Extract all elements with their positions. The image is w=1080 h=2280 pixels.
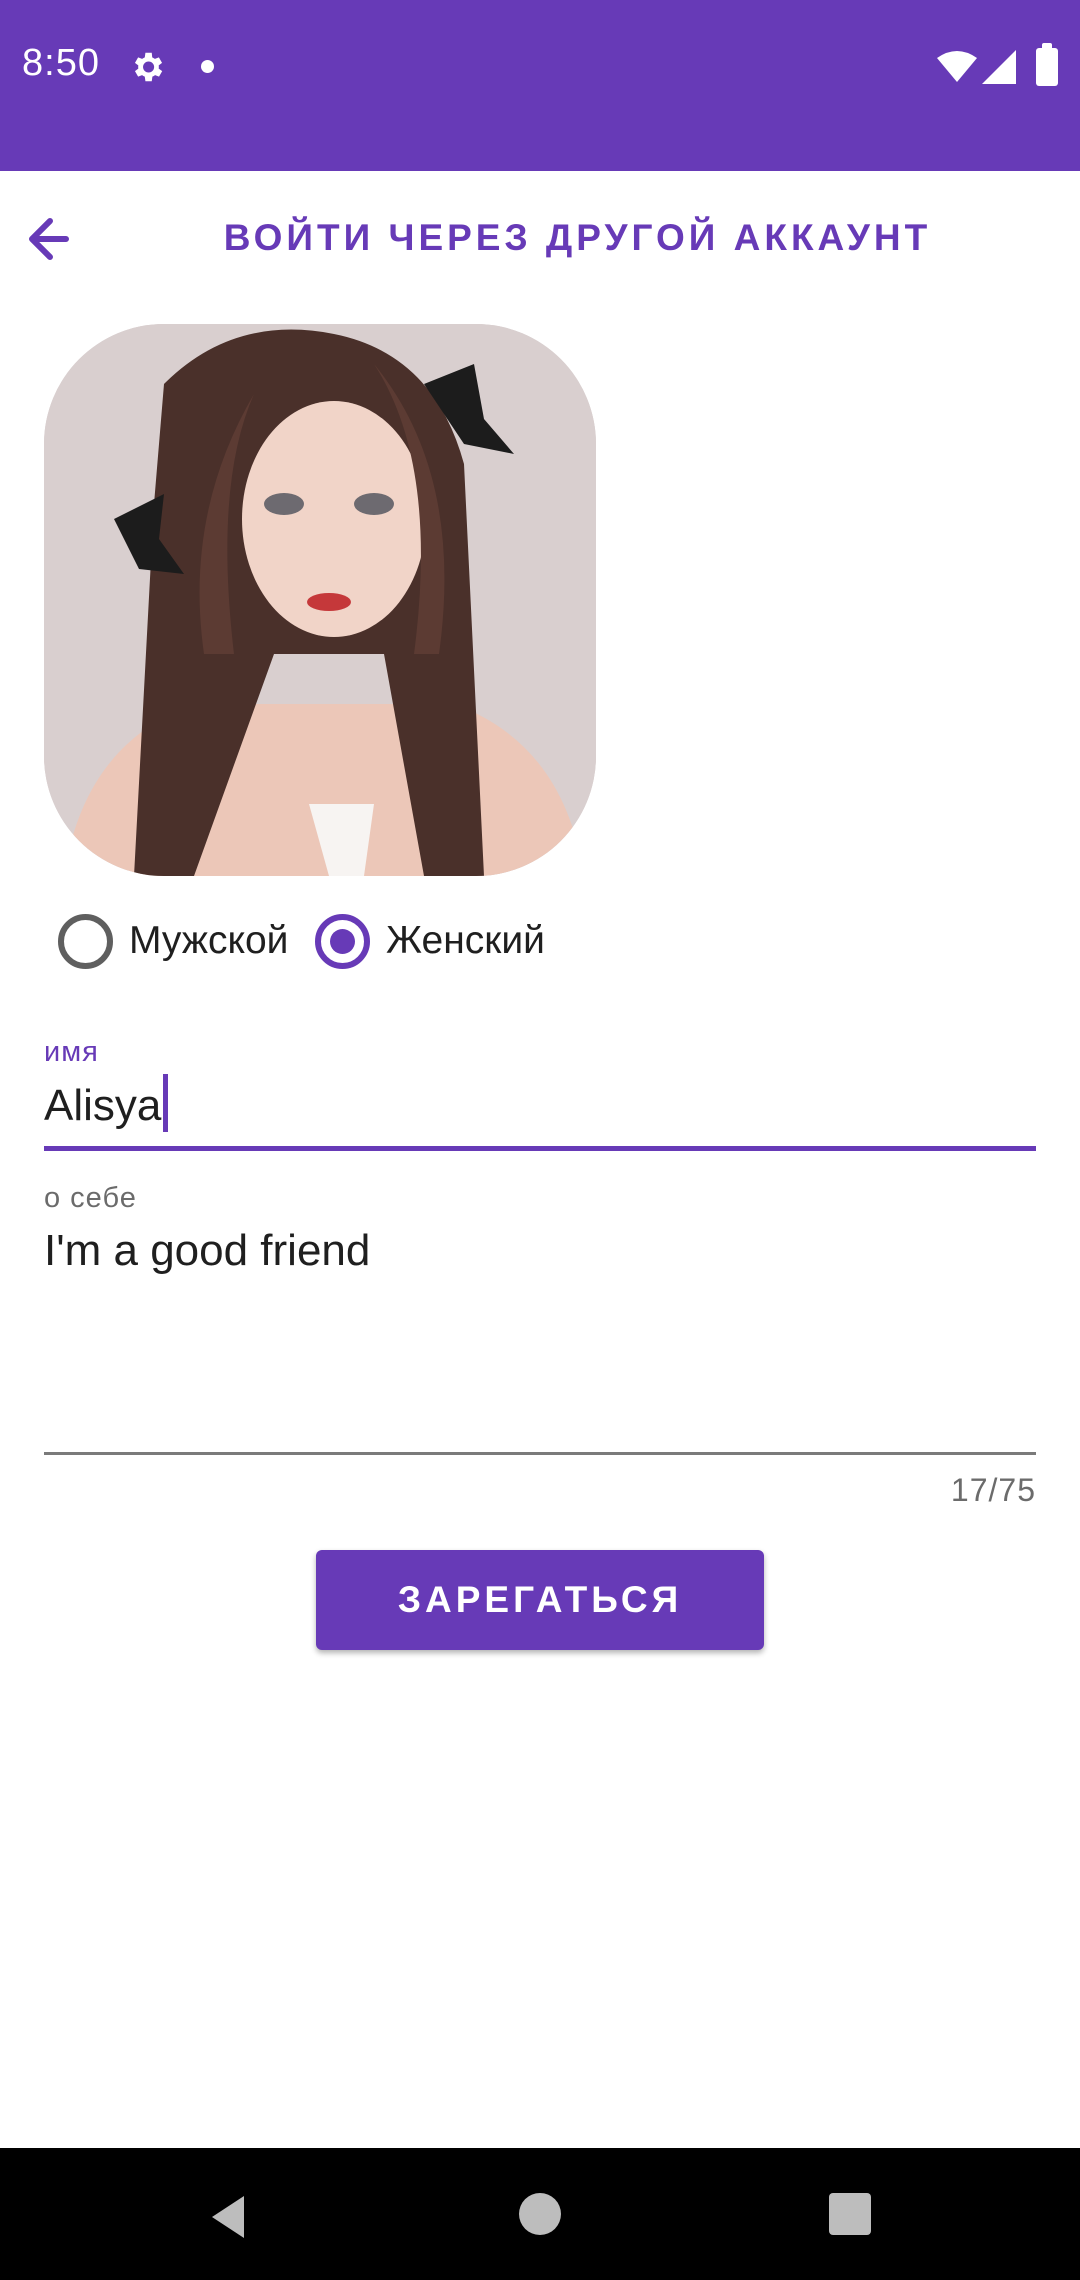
navigation-bar [0, 2148, 1080, 2280]
avatar[interactable] [44, 324, 596, 876]
status-bar: 8:50 [0, 0, 1080, 171]
radio-female-label[interactable]: Женский [386, 919, 545, 963]
about-field[interactable]: о себе I'm a good friend 17/75 [44, 1180, 1036, 1510]
gender-radio-group: Мужской Женский [44, 908, 744, 974]
radio-male[interactable]: Мужской [58, 908, 288, 974]
name-field[interactable]: имя Alisya [44, 1032, 1036, 1154]
battery-icon [1036, 43, 1058, 86]
gear-icon [134, 52, 163, 82]
text-cursor [163, 1074, 169, 1132]
nav-recents-icon[interactable] [829, 2193, 871, 2235]
name-input-value[interactable]: Alisya [44, 1081, 161, 1130]
nav-home-icon[interactable] [519, 2193, 561, 2235]
page-title[interactable]: ВОЙТИ ЧЕРЕЗ ДРУГОЙ АККАУНТ [0, 217, 1080, 259]
register-button[interactable]: ЗАРЕГАТЬСЯ [316, 1550, 764, 1650]
about-input[interactable]: I'm a good friend [44, 1226, 370, 1276]
status-time: 8:50 [22, 42, 100, 84]
radio-checked-icon[interactable] [315, 913, 370, 969]
name-input[interactable]: Alisya [44, 1074, 169, 1132]
wifi-icon [937, 51, 977, 82]
notification-dot-icon [201, 60, 214, 73]
radio-male-label[interactable]: Мужской [129, 919, 288, 963]
avatar-portrait-image [44, 324, 596, 876]
character-counter: 17/75 [950, 1472, 1036, 1508]
about-field-label: о себе [44, 1182, 137, 1214]
name-field-label: имя [44, 1036, 99, 1068]
radio-female[interactable]: Женский [315, 908, 545, 974]
nav-back-icon[interactable] [204, 2192, 254, 2242]
about-field-underline [44, 1452, 1036, 1455]
radio-unchecked-icon[interactable] [58, 913, 113, 969]
name-field-underline [44, 1146, 1036, 1151]
toolbar: ВОЙТИ ЧЕРЕЗ ДРУГОЙ АККАУНТ [0, 171, 1080, 301]
signal-icon [982, 50, 1016, 84]
